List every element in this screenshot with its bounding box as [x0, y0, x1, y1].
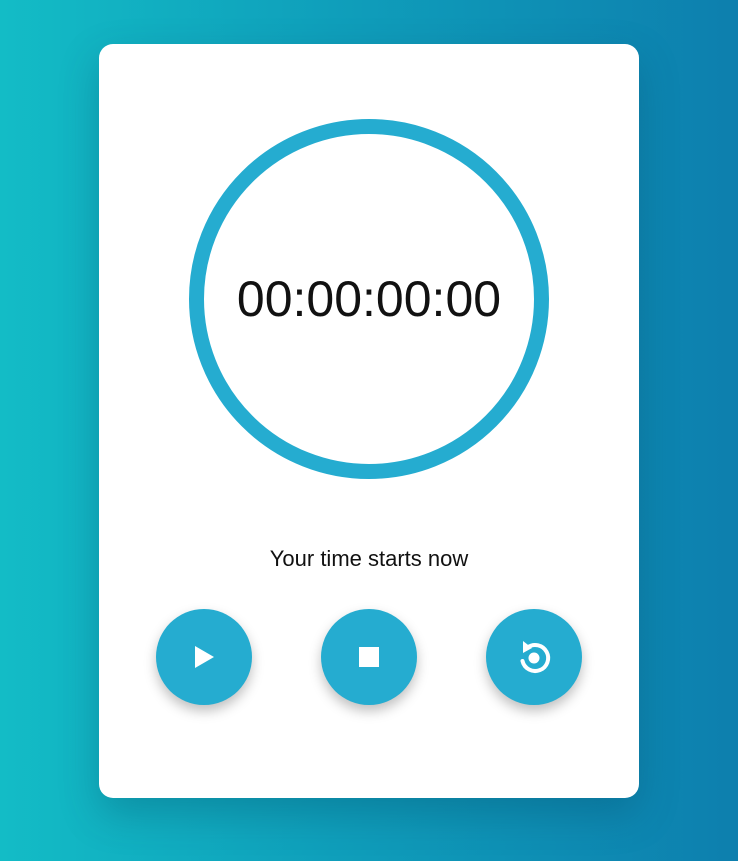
- reset-button[interactable]: [486, 609, 582, 705]
- play-button[interactable]: [156, 609, 252, 705]
- stop-icon: [359, 647, 379, 667]
- status-text: Your time starts now: [269, 546, 469, 571]
- timer-display: 00:00:00:00: [236, 271, 502, 327]
- timer-ring: 00:00:00:00: [189, 119, 549, 479]
- stopwatch-card: 00:00:00:00 Your time starts now: [99, 44, 639, 798]
- stop-button[interactable]: [321, 609, 417, 705]
- reset-icon: [514, 637, 554, 677]
- play-icon: [193, 645, 215, 669]
